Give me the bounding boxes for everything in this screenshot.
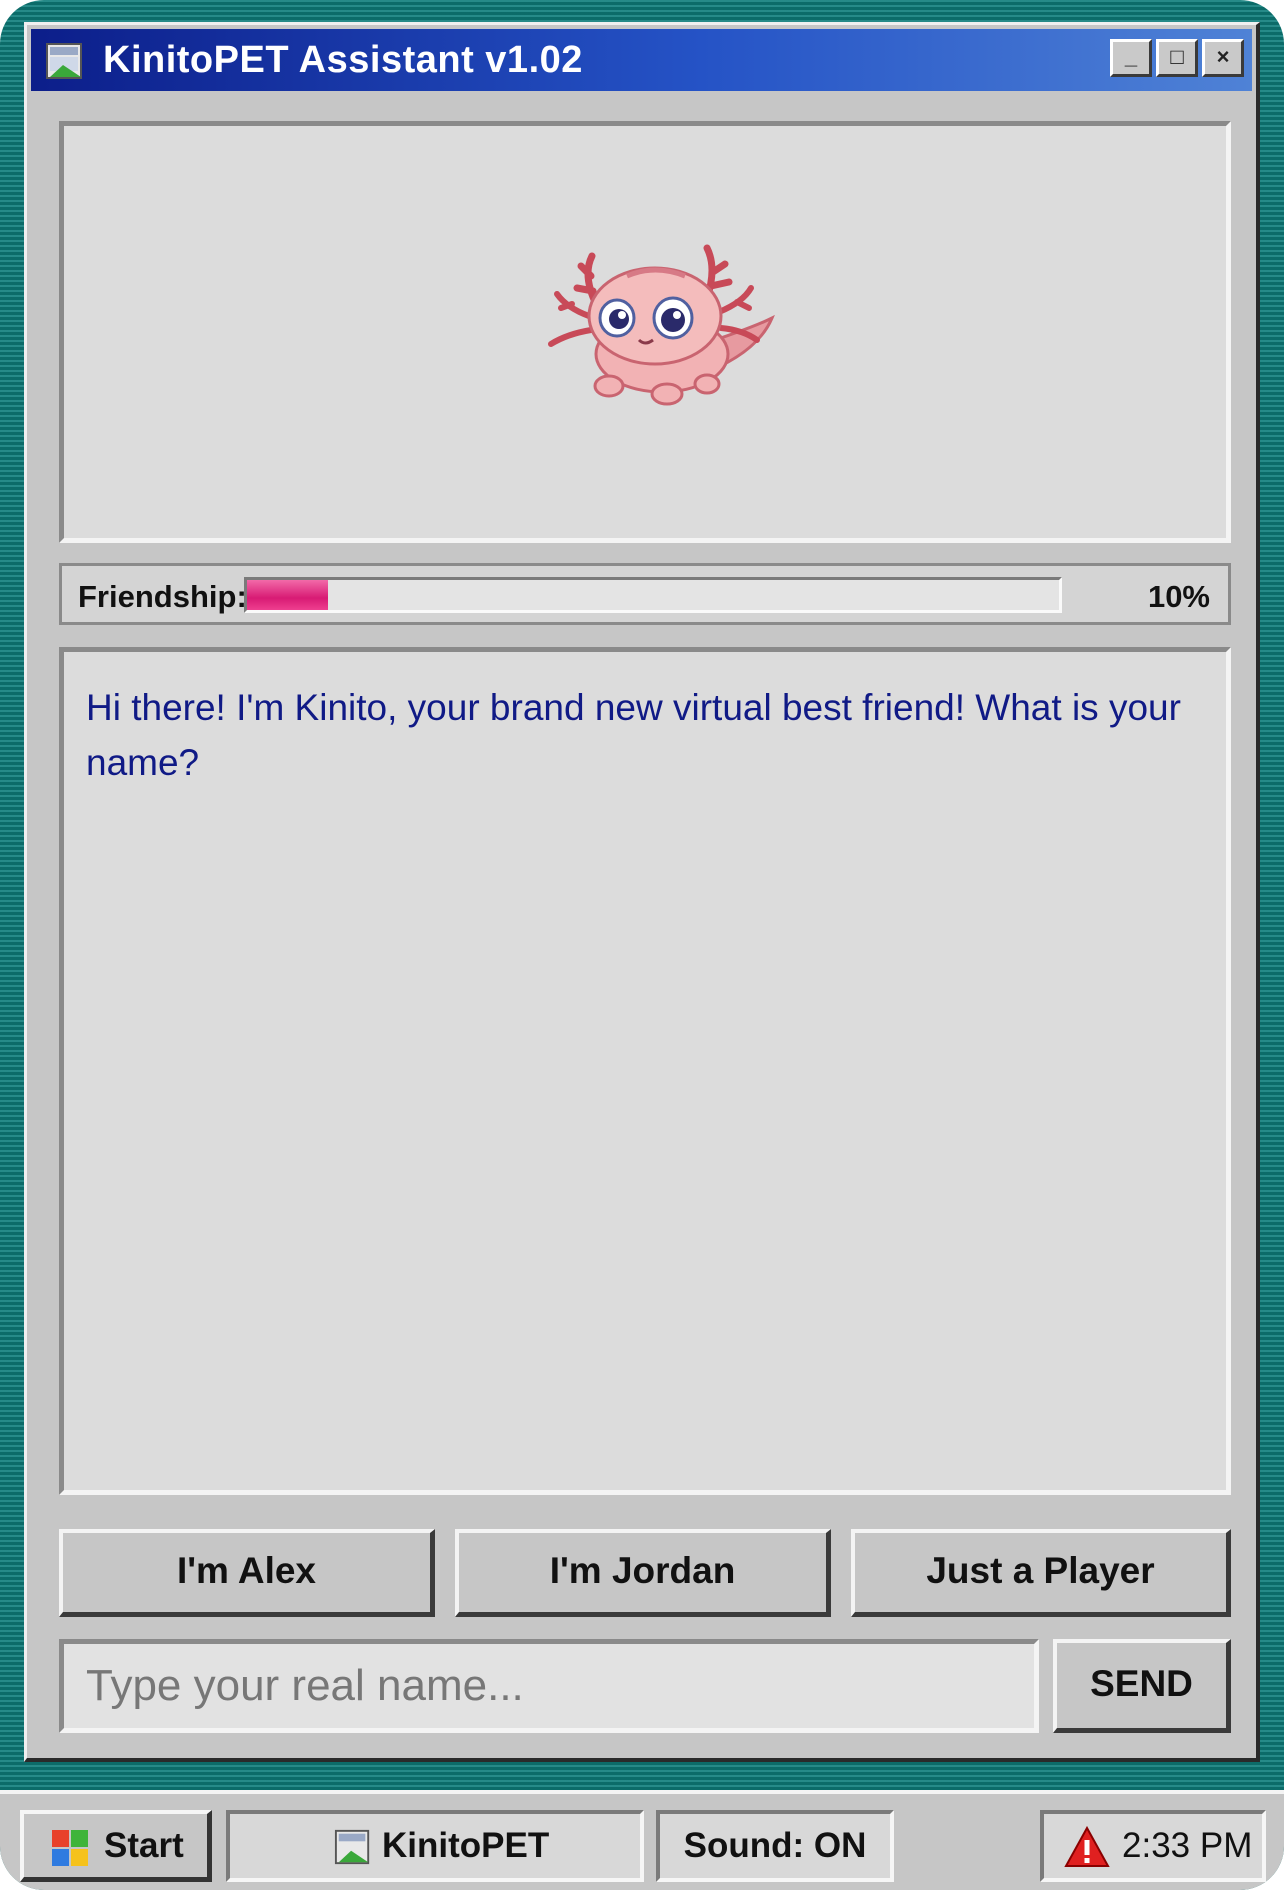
sound-label: Sound: ON — [683, 1826, 867, 1865]
sound-toggle[interactable]: Sound: ON — [656, 1810, 894, 1882]
minimize-button[interactable]: _ — [1110, 39, 1152, 77]
maximize-button[interactable]: □ — [1156, 39, 1198, 77]
name-input[interactable] — [64, 1644, 1034, 1728]
send-button[interactable]: SEND — [1053, 1639, 1231, 1733]
pet-display-panel — [59, 121, 1231, 543]
title-bar[interactable]: KinitoPET Assistant v1.02 _ □ × — [31, 29, 1252, 91]
friendship-meter: Friendship: 10% — [59, 563, 1231, 625]
start-label: Start — [104, 1826, 184, 1865]
app-window: KinitoPET Assistant v1.02 _ □ × Friendsh… — [24, 22, 1260, 1762]
chat-message: Hi there! I'm Kinito, your brand new vir… — [86, 687, 1181, 783]
taskbar-app-label: KinitoPET — [382, 1826, 550, 1865]
friendship-percent: 10% — [1147, 579, 1210, 614]
warning-triangle-icon[interactable] — [1064, 1826, 1110, 1868]
windows-logo-icon — [52, 1830, 88, 1866]
chat-panel: Hi there! I'm Kinito, your brand new vir… — [59, 647, 1231, 1495]
choice-button-player[interactable]: Just a Player — [851, 1529, 1231, 1617]
axolotl-mascot[interactable] — [547, 236, 777, 416]
friendship-progress-track — [244, 577, 1062, 613]
system-tray: 2:33 PM — [1040, 1810, 1266, 1882]
choice-button-jordan[interactable]: I'm Jordan — [455, 1529, 831, 1617]
app-icon — [46, 43, 82, 79]
friendship-label: Friendship: — [78, 579, 247, 614]
app-icon — [334, 1829, 370, 1865]
choice-button-alex[interactable]: I'm Alex — [59, 1529, 435, 1617]
window-title: KinitoPET Assistant v1.02 — [103, 39, 583, 81]
taskbar-app-kinitopet[interactable]: KinitoPET — [226, 1810, 644, 1882]
clock: 2:33 PM — [1122, 1826, 1253, 1865]
taskbar: Start KinitoPET Sound: ON 2:33 PM — [0, 1790, 1284, 1890]
friendship-progress-fill — [247, 580, 329, 610]
close-button[interactable]: × — [1202, 39, 1244, 77]
start-button[interactable]: Start — [20, 1810, 212, 1882]
name-input-box — [59, 1639, 1039, 1733]
desktop: KinitoPET Assistant v1.02 _ □ × Friendsh… — [0, 0, 1284, 1890]
